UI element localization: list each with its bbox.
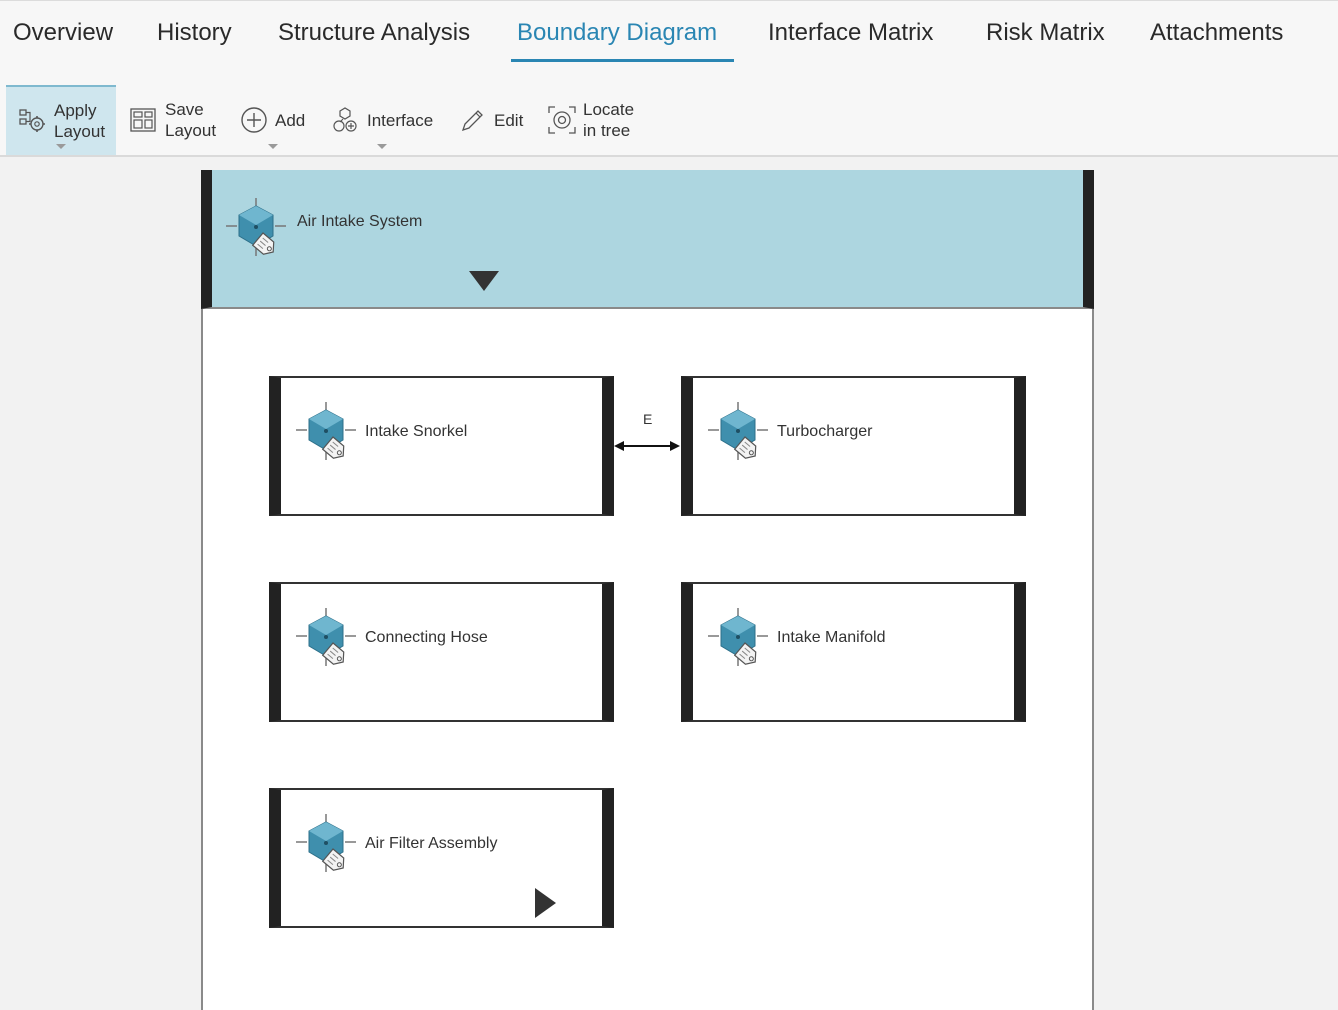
component-node-air-filter-assembly[interactable]: Air Filter Assembly <box>269 788 614 928</box>
component-icon <box>296 814 356 872</box>
component-label: Connecting Hose <box>365 629 488 646</box>
add-label: Add <box>275 110 306 130</box>
locate-in-tree-label: Locate in tree <box>583 100 635 140</box>
edit-label: Edit <box>494 110 524 130</box>
save-layout-button[interactable]: Save Layout <box>130 85 216 155</box>
component-icon <box>296 402 356 460</box>
apply-layout-label: Apply Layout <box>54 101 106 141</box>
toolbar: Apply Layout Save Layout Add Interface E… <box>0 85 1338 157</box>
tab-bar: Overview History Structure Analysis Boun… <box>0 0 1338 86</box>
interface-icon <box>333 107 357 132</box>
add-dropdown-caret[interactable] <box>268 144 278 149</box>
locate-target-icon <box>548 106 576 134</box>
connector-label: E <box>643 411 653 427</box>
component-icon <box>708 402 768 460</box>
active-tab-indicator <box>511 59 734 62</box>
interface-connector[interactable] <box>612 436 682 456</box>
tab-boundary-diagram[interactable]: Boundary Diagram <box>517 19 717 47</box>
system-title: Air Intake System <box>297 213 423 230</box>
component-icon <box>296 608 356 666</box>
tab-attachments[interactable]: Attachments <box>1150 19 1283 47</box>
tab-risk-matrix[interactable]: Risk Matrix <box>986 19 1105 47</box>
tab-interface-matrix[interactable]: Interface Matrix <box>768 19 933 47</box>
locate-in-tree-button[interactable]: Locate in tree <box>547 85 634 155</box>
pencil-icon <box>461 110 483 132</box>
add-circle-icon <box>241 107 267 133</box>
component-label: Air Filter Assembly <box>365 835 498 852</box>
tab-overview[interactable]: Overview <box>13 19 113 47</box>
component-node-intake-snorkel[interactable]: Intake Snorkel <box>269 376 614 516</box>
collapse-toggle-triangle[interactable] <box>469 271 499 291</box>
interface-label: Interface <box>367 110 434 130</box>
system-component-icon <box>226 198 286 256</box>
save-layout-label: Save Layout <box>165 100 217 140</box>
component-label: Intake Snorkel <box>365 423 468 440</box>
expand-arrow[interactable] <box>535 888 556 918</box>
component-icon <box>708 608 768 666</box>
component-node-turbocharger[interactable]: Turbocharger <box>681 376 1026 516</box>
component-label: Turbocharger <box>777 423 873 440</box>
apply-layout-icon <box>19 109 45 132</box>
component-node-intake-manifold[interactable]: Intake Manifold <box>681 582 1026 722</box>
apply-layout-dropdown-caret[interactable] <box>56 144 66 149</box>
tab-history[interactable]: History <box>157 19 232 47</box>
save-layout-icon <box>130 108 156 132</box>
tab-structure-analysis[interactable]: Structure Analysis <box>278 19 470 47</box>
component-node-connecting-hose[interactable]: Connecting Hose <box>269 582 614 722</box>
system-node[interactable]: Air Intake System <box>201 170 1094 309</box>
edit-button[interactable]: Edit <box>460 85 523 155</box>
component-label: Intake Manifold <box>777 629 886 646</box>
interface-dropdown-caret[interactable] <box>377 144 387 149</box>
